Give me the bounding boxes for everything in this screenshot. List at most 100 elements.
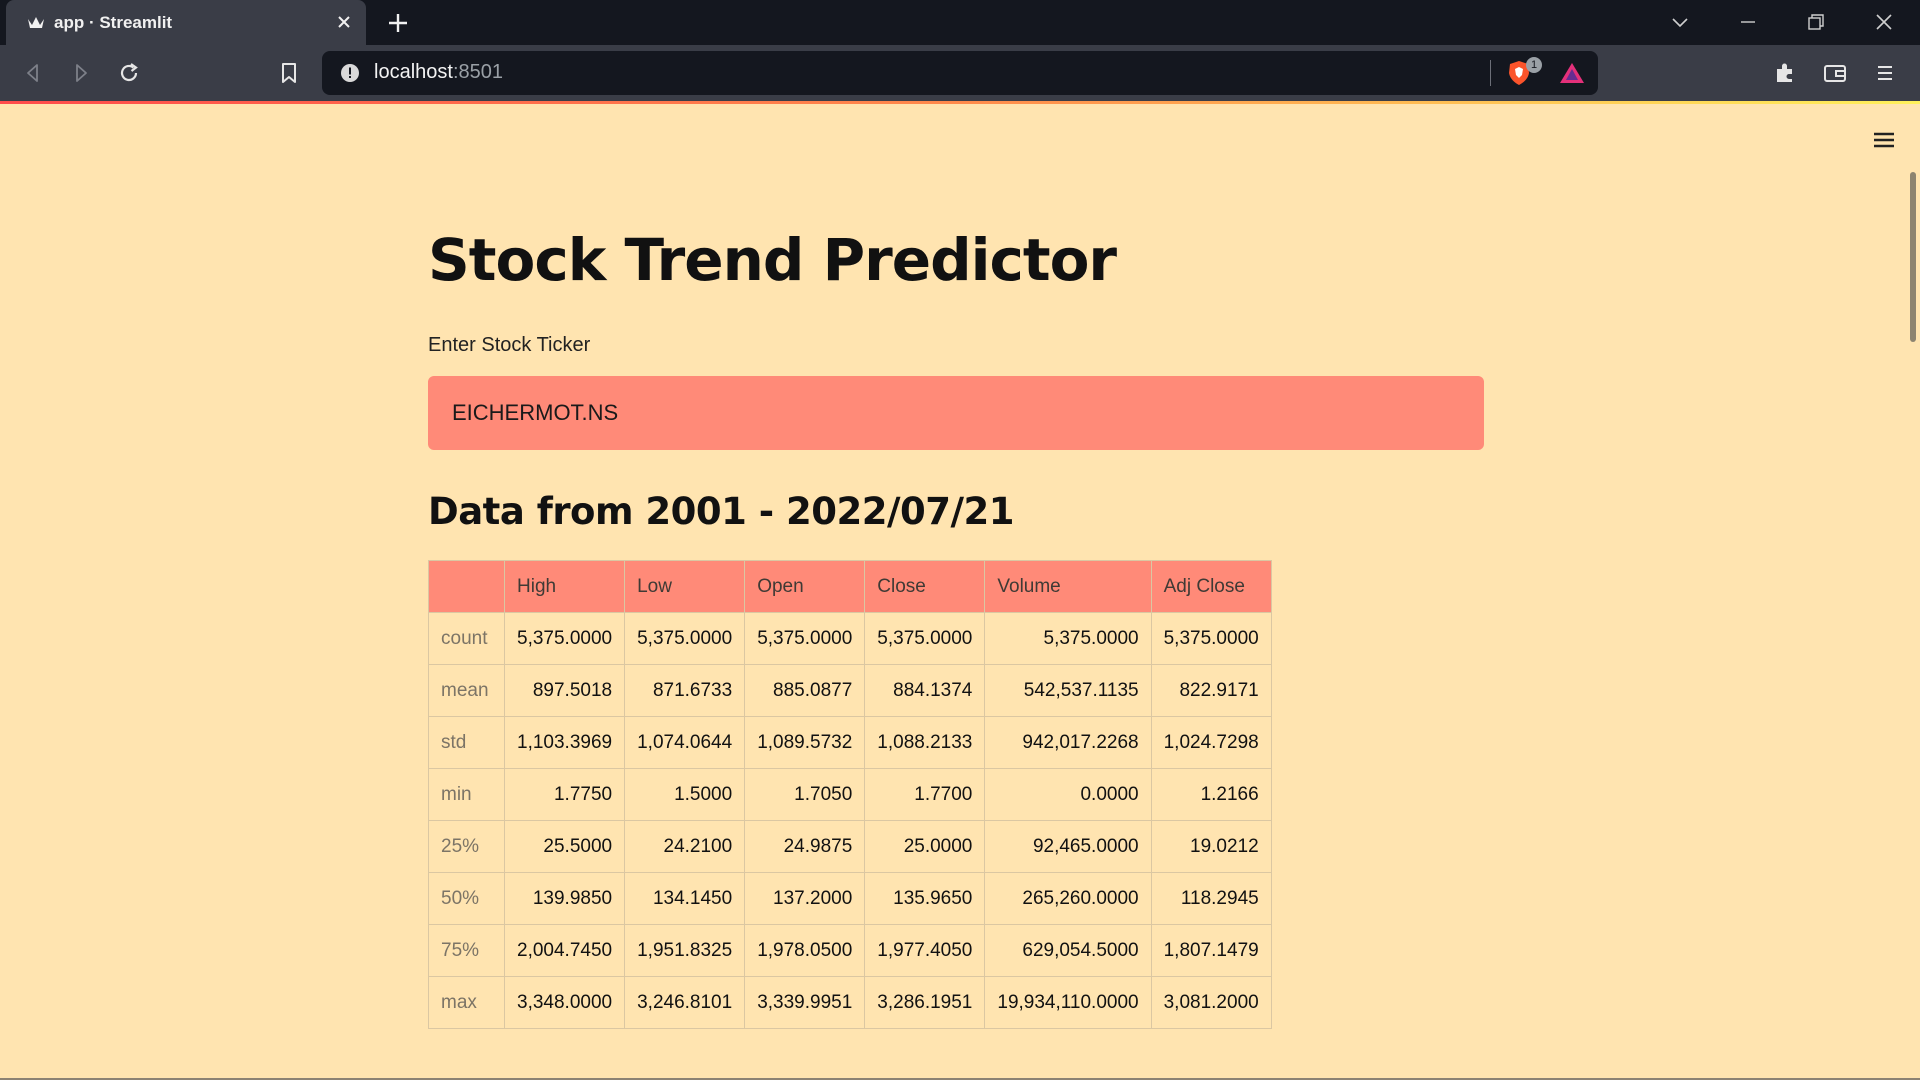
row-label: mean [428, 664, 505, 717]
table-cell: 884.1374 [864, 664, 986, 717]
page-title: Stock Trend Predictor [428, 226, 1117, 294]
minimize-icon[interactable] [1736, 10, 1760, 34]
omnibox-divider [1490, 60, 1491, 86]
table-cell: 1,024.7298 [1150, 716, 1272, 769]
column-header-open[interactable]: Open [744, 560, 866, 613]
tab-title: app · Streamlit [54, 13, 173, 32]
column-header-high[interactable]: High [503, 560, 626, 613]
restore-icon[interactable] [1804, 10, 1828, 34]
forward-icon[interactable] [68, 60, 94, 86]
table-cell: 5,375.0000 [984, 612, 1152, 665]
table-cell: 1,074.0644 [624, 716, 746, 769]
page-scrollbar[interactable] [1910, 172, 1916, 342]
table-cell: 24.2100 [624, 820, 746, 873]
new-tab-icon[interactable] [386, 11, 410, 35]
row-label: max [428, 976, 505, 1029]
row-label: std [428, 716, 505, 769]
table-cell: 1,807.1479 [1150, 924, 1272, 977]
row-label: count [428, 612, 505, 665]
table-row: 25% 25.5000 24.2100 24.9875 25.0000 92,4… [428, 820, 1272, 873]
table-cell: 25.5000 [503, 820, 626, 873]
table-cell: 629,054.5000 [984, 924, 1152, 977]
column-header-low[interactable]: Low [624, 560, 746, 613]
wallet-icon[interactable] [1822, 60, 1848, 86]
row-label: 75% [428, 924, 505, 977]
shields-count-badge: 1 [1526, 57, 1542, 73]
url-text: localhost:8501 [374, 61, 503, 84]
table-row: max 3,348.0000 3,246.8101 3,339.9951 3,2… [428, 976, 1272, 1029]
table-cell: 871.6733 [624, 664, 746, 717]
extensions-icon[interactable] [1772, 60, 1798, 86]
table-cell: 1,088.2133 [864, 716, 986, 769]
table-cell: 0.0000 [984, 768, 1152, 821]
table-cell: 137.2000 [744, 872, 866, 925]
table-cell: 822.9171 [1150, 664, 1272, 717]
column-header-adj-close[interactable]: Adj Close [1150, 560, 1272, 613]
table-cell: 92,465.0000 [984, 820, 1152, 873]
tab-search-chevron-icon[interactable] [1668, 10, 1692, 34]
table-cell: 3,081.2000 [1150, 976, 1272, 1029]
table-cell: 1.5000 [624, 768, 746, 821]
table-cell: 885.0877 [744, 664, 866, 717]
table-cell: 3,348.0000 [503, 976, 626, 1029]
ticker-input-container[interactable] [428, 376, 1484, 450]
reload-icon[interactable] [116, 60, 142, 86]
table-row: 50% 139.9850 134.1450 137.2000 135.9650 … [428, 872, 1272, 925]
table-cell: 1.7050 [744, 768, 866, 821]
app-page: Stock Trend Predictor Enter Stock Ticker… [0, 104, 1920, 1080]
column-header-volume[interactable]: Volume [984, 560, 1152, 613]
column-header-close[interactable]: Close [864, 560, 986, 613]
url-host: localhost [374, 61, 453, 83]
back-icon[interactable] [20, 60, 46, 86]
table-row: 75% 2,004.7450 1,951.8325 1,978.0500 1,9… [428, 924, 1272, 977]
brave-rewards-icon[interactable] [1558, 61, 1586, 85]
app-main-menu-icon[interactable] [1872, 130, 1896, 150]
ticker-input[interactable] [452, 376, 1452, 450]
table-cell: 1,951.8325 [624, 924, 746, 977]
table-cell: 542,537.1135 [984, 664, 1152, 717]
column-header-index [428, 560, 505, 613]
table-cell: 3,339.9951 [744, 976, 866, 1029]
table-cell: 942,017.2268 [984, 716, 1152, 769]
table-cell: 1.7700 [864, 768, 986, 821]
url-port: :8501 [452, 61, 503, 83]
browser-tabstrip: app · Streamlit [0, 0, 1920, 45]
table-cell: 19.0212 [1150, 820, 1272, 873]
browser-toolbar: localhost:8501 1 [0, 45, 1920, 101]
table-cell: 3,246.8101 [624, 976, 746, 1029]
table-cell: 5,375.0000 [624, 612, 746, 665]
data-range-heading: Data from 2001 - 2022/07/21 [428, 490, 1015, 533]
table-cell: 1,089.5732 [744, 716, 866, 769]
table-cell: 24.9875 [744, 820, 866, 873]
table-cell: 1.7750 [503, 768, 626, 821]
bookmark-icon[interactable] [276, 60, 302, 86]
close-window-icon[interactable] [1872, 10, 1896, 34]
table-cell: 5,375.0000 [1150, 612, 1272, 665]
table-cell: 118.2945 [1150, 872, 1272, 925]
table-cell: 265,260.0000 [984, 872, 1152, 925]
site-info-icon[interactable] [339, 62, 361, 84]
table-header-row: High Low Open Close Volume Adj Close [428, 560, 1272, 613]
table-row: count 5,375.0000 5,375.0000 5,375.0000 5… [428, 612, 1272, 665]
row-label: min [428, 768, 505, 821]
browser-menu-icon[interactable] [1872, 60, 1898, 86]
browser-tab-active[interactable]: app · Streamlit [6, 0, 366, 45]
table-cell: 1,978.0500 [744, 924, 866, 977]
table-cell: 1,977.4050 [864, 924, 986, 977]
ticker-input-label: Enter Stock Ticker [428, 334, 591, 356]
row-label: 25% [428, 820, 505, 873]
table-cell: 1.2166 [1150, 768, 1272, 821]
table-row: std 1,103.3969 1,074.0644 1,089.5732 1,0… [428, 716, 1272, 769]
row-label: 50% [428, 872, 505, 925]
table-cell: 135.9650 [864, 872, 986, 925]
table-cell: 5,375.0000 [864, 612, 986, 665]
close-tab-icon[interactable] [334, 12, 354, 32]
table-cell: 1,103.3969 [503, 716, 626, 769]
table-cell: 25.0000 [864, 820, 986, 873]
table-cell: 139.9850 [503, 872, 626, 925]
address-bar[interactable]: localhost:8501 1 [322, 51, 1598, 95]
table-row: min 1.7750 1.5000 1.7050 1.7700 0.0000 1… [428, 768, 1272, 821]
table-cell: 5,375.0000 [503, 612, 626, 665]
describe-table: High Low Open Close Volume Adj Close cou… [428, 560, 1272, 1029]
table-row: mean 897.5018 871.6733 885.0877 884.1374… [428, 664, 1272, 717]
